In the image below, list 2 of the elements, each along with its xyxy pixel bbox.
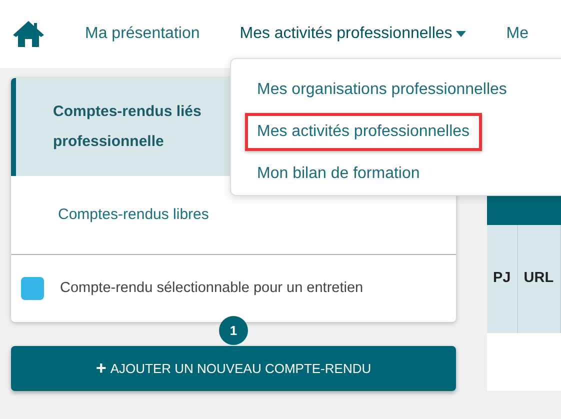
legend-label: Compte-rendu sélectionnable pour un entretien: [60, 278, 364, 298]
count-badge: 1: [219, 316, 248, 345]
